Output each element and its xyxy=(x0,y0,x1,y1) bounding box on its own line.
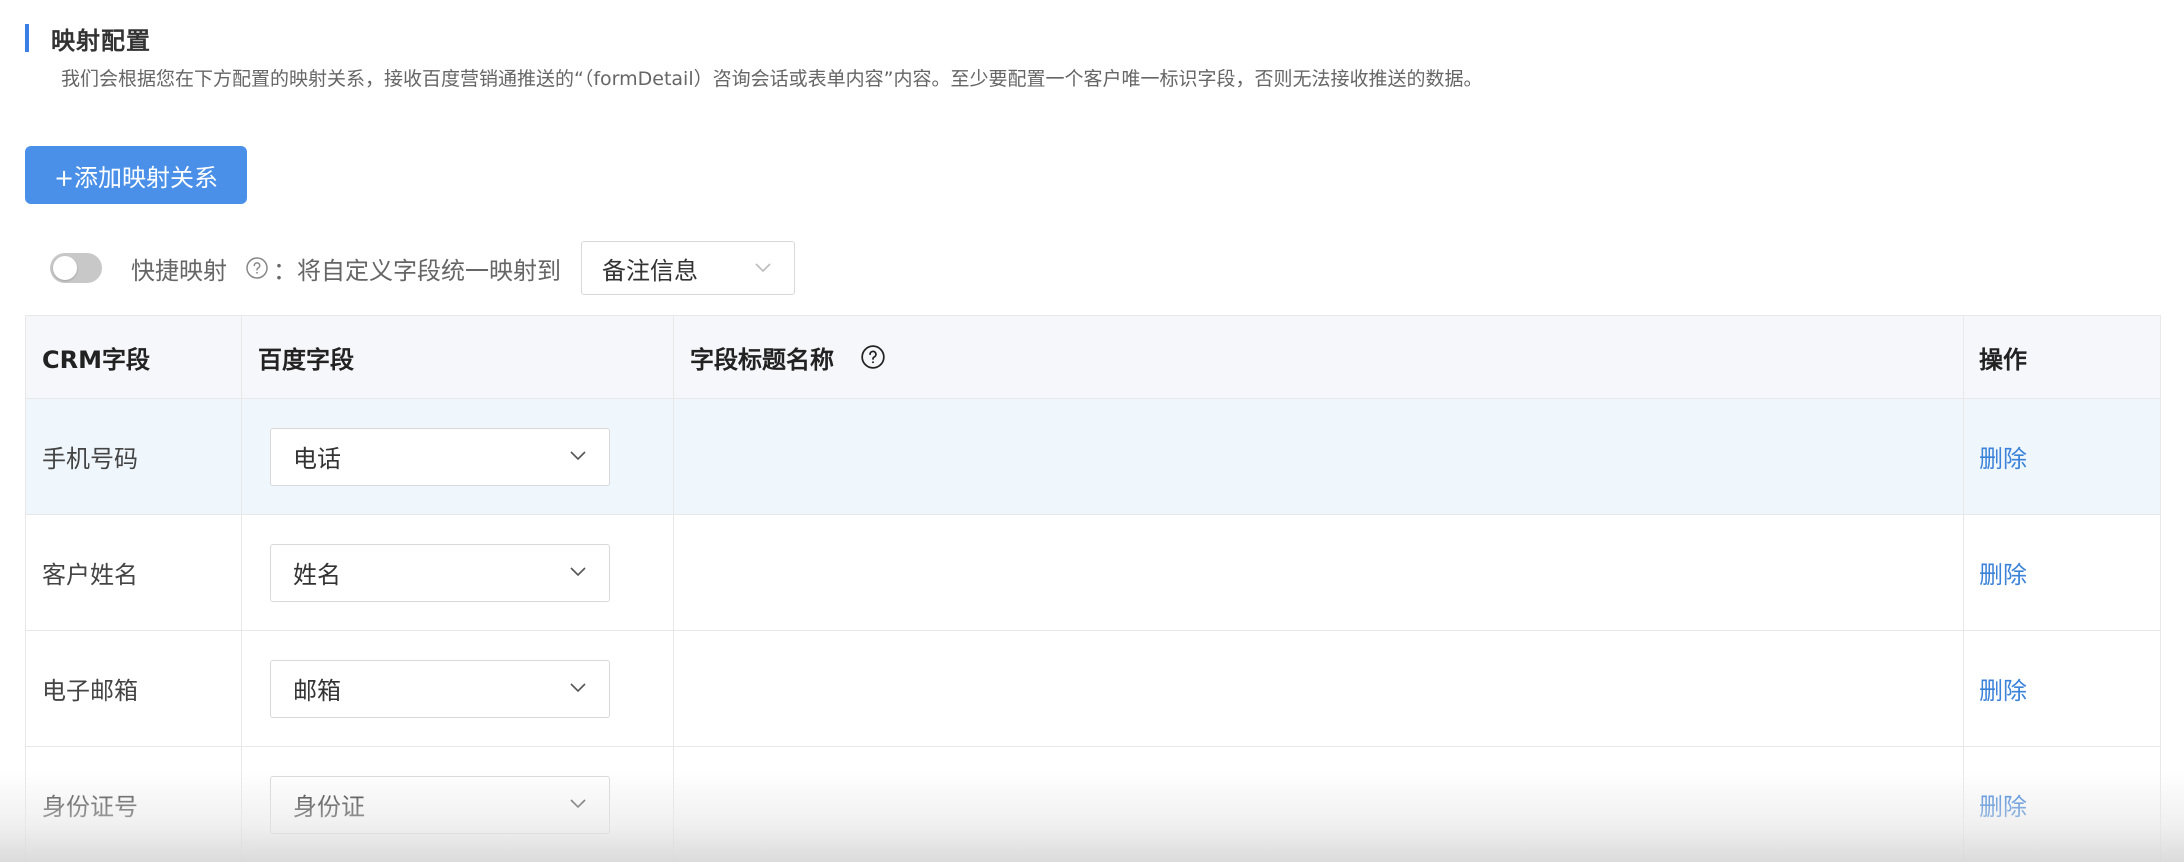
field-title-cell xyxy=(674,515,1964,630)
field-title-cell xyxy=(674,399,1964,514)
crm-field-text: 客户姓名 xyxy=(42,561,138,589)
header-field-title: 字段标题名称 xyxy=(674,316,1964,398)
chevron-down-icon xyxy=(754,259,772,278)
chevron-down-icon xyxy=(569,563,587,582)
quick-mapping-selected-value: 备注信息 xyxy=(602,256,698,285)
baidu-field-cell: 电话 xyxy=(242,399,674,514)
chevron-down-icon xyxy=(569,795,587,814)
baidu-field-select[interactable]: 电话 xyxy=(270,427,610,486)
delete-link[interactable]: 删除 xyxy=(1979,439,2027,474)
table-row: 手机号码 电话 删除 xyxy=(26,399,2160,515)
baidu-field-value: 身份证 xyxy=(293,793,365,821)
delete-link[interactable]: 删除 xyxy=(1979,555,2027,590)
mapping-config-page: 映射配置 我们会根据您在下方配置的映射关系，接收百度营销通推送的“（formDe… xyxy=(0,0,2184,862)
baidu-field-cell: 身份证 xyxy=(242,747,674,862)
crm-field-cell: 客户姓名 xyxy=(26,515,242,630)
crm-field-cell: 手机号码 xyxy=(26,399,242,514)
header-operation: 操作 xyxy=(1979,345,2027,374)
baidu-field-select[interactable]: 邮箱 xyxy=(270,659,610,718)
table-row: 客户姓名 姓名 删除 xyxy=(26,515,2160,631)
operation-cell: 删除 xyxy=(1964,747,2160,862)
table-header-row: CRM字段 百度字段 字段标题名称 操作 xyxy=(26,316,2160,399)
crm-field-cell: 电子邮箱 xyxy=(26,631,242,746)
section-header: 映射配置 xyxy=(25,22,151,55)
toggle-knob xyxy=(53,256,77,280)
delete-link[interactable]: 删除 xyxy=(1979,671,2027,706)
section-description: 我们会根据您在下方配置的映射关系，接收百度营销通推送的“（formDetail）… xyxy=(61,68,1483,90)
field-title-cell xyxy=(674,747,1964,862)
delete-link[interactable]: 删除 xyxy=(1979,787,2027,822)
baidu-field-value: 邮箱 xyxy=(293,677,341,705)
header-crm-field: CRM字段 xyxy=(26,316,242,398)
header-field-title-label: 字段标题名称 xyxy=(690,345,834,374)
quick-mapping-row: 快捷映射 ：将自定义字段统一映射到 备注信息 xyxy=(50,240,795,296)
quick-mapping-label: 快捷映射 xyxy=(131,256,227,285)
add-mapping-button[interactable]: +添加映射关系 xyxy=(25,146,247,204)
baidu-field-cell: 姓名 xyxy=(242,515,674,630)
operation-cell: 删除 xyxy=(1964,399,2160,514)
crm-field-text: 电子邮箱 xyxy=(42,677,138,705)
baidu-field-value: 姓名 xyxy=(293,561,341,589)
chevron-down-icon xyxy=(569,447,587,466)
field-title-cell xyxy=(674,631,1964,746)
quick-mapping-select[interactable]: 备注信息 xyxy=(581,241,795,295)
mapping-table: CRM字段 百度字段 字段标题名称 操作 手机号码 电话 删除 客户姓名 姓名 … xyxy=(25,315,2161,862)
crm-field-text: 身份证号 xyxy=(42,793,138,821)
crm-field-cell: 身份证号 xyxy=(26,747,242,862)
baidu-field-cell: 邮箱 xyxy=(242,631,674,746)
operation-cell: 删除 xyxy=(1964,515,2160,630)
table-row: 电子邮箱 邮箱 删除 xyxy=(26,631,2160,747)
section-title: 映射配置 xyxy=(51,26,151,55)
baidu-field-value: 电话 xyxy=(293,445,341,473)
section-accent-bar xyxy=(25,24,29,52)
baidu-field-select[interactable]: 姓名 xyxy=(270,543,610,602)
operation-cell: 删除 xyxy=(1964,631,2160,746)
question-circle-icon[interactable] xyxy=(860,344,886,370)
header-baidu-field: 百度字段 xyxy=(242,316,674,398)
crm-field-text: 手机号码 xyxy=(42,445,138,473)
chevron-down-icon xyxy=(569,679,587,698)
baidu-field-select[interactable]: 身份证 xyxy=(270,775,610,834)
question-circle-icon[interactable] xyxy=(245,256,269,280)
table-row: 身份证号 身份证 删除 xyxy=(26,747,2160,862)
quick-mapping-text: ：将自定义字段统一映射到 xyxy=(273,256,561,285)
quick-mapping-toggle[interactable] xyxy=(50,253,102,283)
